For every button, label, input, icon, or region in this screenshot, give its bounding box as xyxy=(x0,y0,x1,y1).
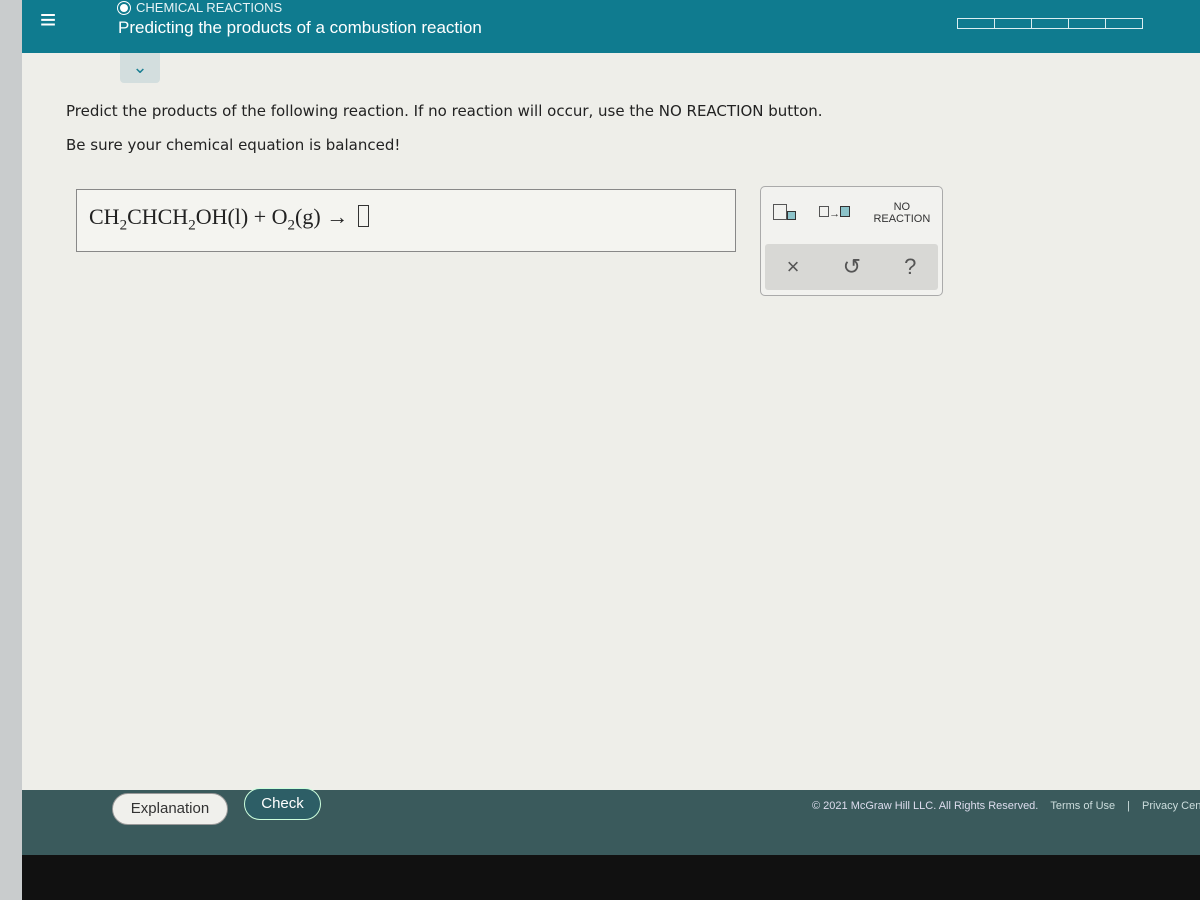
eq-text: CHCH xyxy=(127,204,189,229)
progress-bar xyxy=(957,18,1143,29)
eq-text: O xyxy=(271,204,288,229)
menu-icon[interactable]: ≡ xyxy=(36,2,60,38)
chevron-down-icon[interactable]: ⌄ xyxy=(120,53,160,83)
eq-state: (l) xyxy=(227,204,249,229)
eq-sub: 2 xyxy=(287,217,296,234)
copyright: © 2021 McGraw Hill LLC. All Rights Reser… xyxy=(812,800,1039,812)
topic-text: CHEMICAL REACTIONS xyxy=(136,0,283,15)
separator: | xyxy=(1127,800,1131,812)
eq-state: (g) xyxy=(295,204,321,229)
equation-input[interactable]: CH2CHCH2OH(l) + O2(g) → xyxy=(76,189,736,252)
tool-palette: → NO REACTION × ↺ ? xyxy=(760,186,943,296)
eq-text: CH xyxy=(89,204,120,229)
left-edge xyxy=(0,0,22,900)
eq-arrow: → xyxy=(320,204,354,229)
explanation-button[interactable]: Explanation xyxy=(112,793,228,825)
footer-links: © 2021 McGraw Hill LLC. All Rights Reser… xyxy=(812,800,1200,812)
privacy-link[interactable]: Privacy Center xyxy=(1142,800,1200,812)
help-icon[interactable]: ? xyxy=(904,254,916,280)
no-reaction-button[interactable]: NO REACTION xyxy=(873,201,930,225)
arrow-button[interactable]: → xyxy=(819,206,851,220)
eq-text: OH xyxy=(195,204,228,229)
topic-label: CHEMICAL REACTIONS xyxy=(118,0,282,15)
page-title: Predicting the products of a combustion … xyxy=(118,18,482,37)
question-text: Predict the products of the following re… xyxy=(66,102,823,120)
eq-sub: 2 xyxy=(119,217,128,234)
clear-icon[interactable]: × xyxy=(787,254,800,280)
eq-plus: + xyxy=(248,204,272,229)
product-slot[interactable] xyxy=(357,205,369,227)
check-button[interactable]: Check xyxy=(244,788,321,820)
undo-icon[interactable]: ↺ xyxy=(843,254,861,280)
main-area xyxy=(22,53,1200,790)
status-dot-icon xyxy=(118,1,130,14)
question-note: Be sure your chemical equation is balanc… xyxy=(66,136,401,154)
terms-link[interactable]: Terms of Use xyxy=(1050,800,1115,812)
eq-sub: 2 xyxy=(188,217,196,234)
subscript-button[interactable] xyxy=(772,203,796,223)
